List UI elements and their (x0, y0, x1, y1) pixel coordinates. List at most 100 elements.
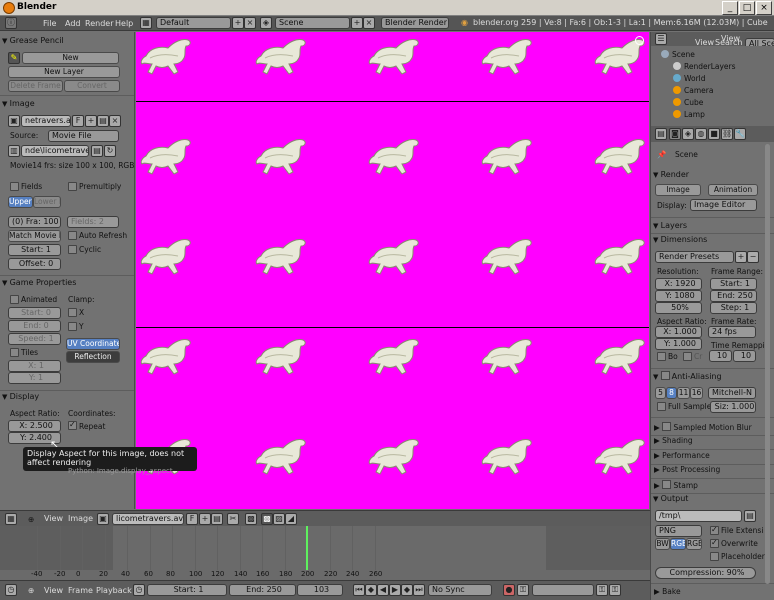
rgb-button[interactable]: RGB (670, 538, 686, 550)
jump-end-icon[interactable]: ⏭ (413, 584, 425, 596)
tiles-checkbox[interactable] (10, 348, 19, 357)
frame-step-field[interactable]: Step: 1 (710, 302, 757, 314)
auto-refresh-checkbox[interactable] (68, 231, 77, 240)
delete-frame-button[interactable]: Delete Frame (8, 80, 63, 92)
crop-checkbox[interactable] (683, 352, 692, 361)
shading-header[interactable]: ▶ Shading (654, 436, 693, 446)
timeline-end-field[interactable]: End: 250 (229, 584, 296, 596)
unlink-image-icon[interactable]: × (109, 115, 121, 127)
toggle-panel-icon-2[interactable]: ⊕ (28, 586, 34, 596)
tiles-y-field[interactable]: Y: 1 (8, 372, 61, 384)
preview-range-icon[interactable]: ◷ (133, 584, 145, 596)
render-tab-icon[interactable]: ◙ (669, 128, 681, 140)
current-frame-marker[interactable] (306, 526, 308, 570)
match-movie-length-button[interactable]: Match Movie Len (8, 230, 61, 242)
aa-size-field[interactable]: Siz: 1.000 (710, 401, 756, 413)
delete-keyframe-icon[interactable]: ⚿ (609, 584, 621, 596)
motion-blur-header[interactable]: ▶ Sampled Motion Blur (654, 422, 752, 433)
scope-toggle-icon[interactable] (635, 36, 644, 45)
menu-render[interactable]: Render (85, 18, 113, 30)
cyclic-checkbox[interactable] (68, 245, 77, 254)
jump-start-icon[interactable]: ⏮ (353, 584, 365, 596)
convert-button[interactable]: Convert (64, 80, 120, 92)
outliner-editor-icon[interactable]: ☰ (655, 33, 667, 45)
outliner-scene[interactable]: Scene (661, 49, 695, 60)
toggle-panel-icon[interactable]: ⊕ (28, 515, 34, 525)
outliner-renderlayers[interactable]: RenderLayers (673, 61, 736, 72)
new-image-icon[interactable]: + (85, 115, 97, 127)
add-scene-icon[interactable]: + (351, 17, 363, 29)
fields-count-field[interactable]: Fields: 2 (67, 216, 119, 228)
aa-level-5[interactable]: 5 (655, 387, 666, 399)
minimize-button[interactable]: _ (722, 1, 738, 15)
overwrite-checkbox[interactable] (710, 538, 719, 548)
rgba-button[interactable]: RGB (686, 538, 702, 550)
repeat-checkbox[interactable] (68, 420, 77, 430)
game-start-field[interactable]: Start: 0 (8, 307, 61, 319)
clamp-y-checkbox[interactable] (68, 322, 77, 331)
grease-pencil-header[interactable]: Grease Pencil (2, 35, 64, 47)
timeline-view-menu[interactable]: View (44, 585, 63, 597)
res-x-field[interactable]: X: 1920 (655, 278, 702, 290)
modifier-tab-icon[interactable]: 🔧 (734, 128, 746, 140)
keying-set-icon[interactable]: ⚿ (517, 584, 529, 596)
screen-layout-icon[interactable]: ▦ (140, 17, 152, 29)
menu-add[interactable]: Add (65, 18, 81, 30)
compression-slider[interactable]: Compression: 90% (655, 567, 756, 579)
remap-new-field[interactable]: 10 (733, 350, 756, 362)
render-header[interactable]: Render (653, 169, 689, 181)
play-reverse-icon[interactable]: ◀ (377, 584, 389, 596)
image-editor-type-icon[interactable]: ▦ (5, 513, 17, 525)
properties-scrollbar[interactable] (765, 144, 770, 584)
scene-tab-icon[interactable]: ◈ (682, 128, 694, 140)
full-sample-checkbox[interactable] (657, 402, 666, 411)
motion-blur-checkbox[interactable] (662, 422, 672, 431)
remove-preset-icon[interactable]: − (747, 251, 759, 263)
timeline-playback-menu[interactable]: Playback (96, 585, 132, 597)
post-processing-header[interactable]: ▶ Post Processing (654, 465, 720, 475)
jump-keyframe-forward-icon[interactable]: ◆ (401, 584, 413, 596)
keying-set-select[interactable] (532, 584, 594, 596)
performance-header[interactable]: ▶ Performance (654, 451, 710, 461)
world-tab-icon[interactable]: ◍ (695, 128, 707, 140)
remove-layout-icon[interactable]: × (244, 17, 256, 29)
render-image-button[interactable]: Image (655, 184, 701, 196)
aa-level-16[interactable]: 16 (690, 387, 703, 399)
image-name-field-2[interactable]: licometravers.avi (112, 513, 184, 525)
stamp-header[interactable]: ▶ Stamp (654, 480, 698, 491)
timeline-frame-menu[interactable]: Frame (68, 585, 93, 597)
bw-button[interactable]: BW (655, 538, 670, 550)
lower-first-button[interactable]: Lower Fi (33, 196, 61, 208)
reload-icon[interactable]: ↻ (104, 145, 116, 157)
anti-aliasing-header[interactable]: Anti-Aliasing (653, 371, 722, 383)
tiles-x-field[interactable]: X: 1 (8, 360, 61, 372)
alpha-icon[interactable]: ▩ (261, 513, 273, 525)
remap-old-field[interactable]: 10 (709, 350, 732, 362)
scene-icon[interactable]: ◈ (260, 17, 272, 29)
res-percent-field[interactable]: 50% (655, 302, 702, 314)
properties-editor-icon[interactable]: ▤ (655, 128, 667, 140)
z-buffer-icon[interactable]: ▨ (273, 513, 285, 525)
pack-icon[interactable]: ▥ (8, 145, 20, 157)
image-browse-icon-2[interactable]: ▣ (97, 513, 109, 525)
placeholder-checkbox[interactable] (710, 552, 719, 561)
offset-field[interactable]: Offset: 0 (8, 258, 61, 270)
output-browse-icon[interactable]: ▤ (744, 510, 756, 522)
editor-type-icon[interactable]: ⓘ (5, 17, 17, 29)
aspect-x-field[interactable]: X: 2.500 (8, 420, 61, 432)
uv-coordinates-button[interactable]: UV Coordinates (66, 338, 120, 350)
output-header[interactable]: Output (653, 493, 689, 505)
new-image-icon-2[interactable]: + (199, 513, 211, 525)
layout-select[interactable]: Default (156, 17, 231, 29)
image-view-menu[interactable]: View (44, 513, 63, 525)
pin-icon[interactable]: 📌 (657, 150, 666, 160)
outliner-camera[interactable]: Camera (673, 85, 713, 96)
fake-user-button-2[interactable]: F (186, 513, 198, 525)
new-gpencil-button[interactable]: New (22, 52, 119, 64)
browse-file-icon[interactable]: ▤ (91, 145, 103, 157)
render-engine-select[interactable]: Blender Render (381, 17, 449, 29)
object-tab-icon[interactable]: ■ (708, 128, 720, 140)
jump-keyframe-back-icon[interactable]: ◆ (365, 584, 377, 596)
sync-select[interactable]: No Sync (428, 584, 492, 596)
filepath-field[interactable]: nde\licometravers.avi (21, 145, 89, 157)
